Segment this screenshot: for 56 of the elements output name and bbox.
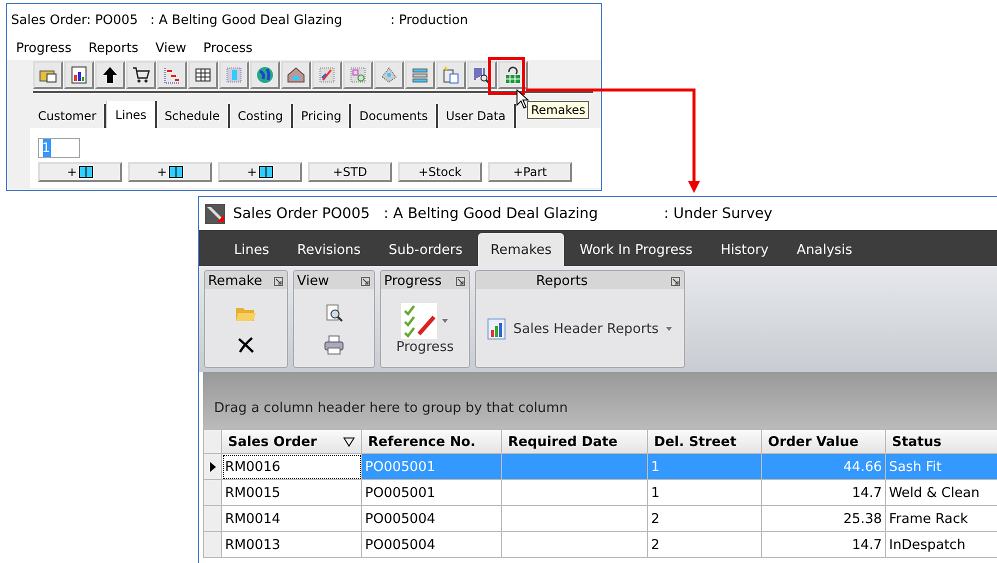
table-cell: 1 xyxy=(648,454,762,480)
group-label: Progress xyxy=(384,273,442,289)
add-button[interactable]: +Stock xyxy=(398,162,482,182)
table-cell: PO005001 xyxy=(362,454,502,480)
order-status: : Under Survey xyxy=(664,206,772,222)
add-button[interactable]: +STD xyxy=(308,162,392,182)
table-cell: 44.66 xyxy=(762,454,886,480)
group-label: Reports xyxy=(536,273,588,289)
menu-item[interactable]: Reports xyxy=(88,40,138,56)
ribbon-tab[interactable]: Remakes xyxy=(478,233,564,266)
add-button[interactable]: + xyxy=(38,162,122,182)
column-header[interactable]: Required Date xyxy=(502,430,648,454)
table-cell: Weld & Clean xyxy=(886,480,997,506)
menu-item[interactable]: Progress xyxy=(16,40,72,56)
ribbon-tab[interactable]: Analysis xyxy=(784,235,864,265)
group-label: View xyxy=(297,273,330,289)
column-header[interactable]: Del. Street xyxy=(648,430,762,454)
menu-item[interactable]: Process xyxy=(203,40,253,56)
ribbon-tab[interactable]: Work In Progress xyxy=(568,235,705,265)
table-cell: Frame Rack xyxy=(886,506,997,532)
table-cell: PO005004 xyxy=(362,532,502,558)
table-cell: RM0015 xyxy=(222,480,362,506)
add-button[interactable]: + xyxy=(218,162,302,182)
group-label: Remake xyxy=(208,273,262,289)
table-cell: RM0014 xyxy=(222,506,362,532)
tooltip: Remakes xyxy=(527,101,590,119)
table-cell: InDespatch xyxy=(886,532,997,558)
table-cell: 14.7 xyxy=(762,480,886,506)
table-cell: PO005004 xyxy=(362,506,502,532)
table-cell: PO005001 xyxy=(362,480,502,506)
table-cell: 25.38 xyxy=(762,506,886,532)
table-cell: 2 xyxy=(648,532,762,558)
table-cell: Sash Fit xyxy=(886,454,997,480)
ribbon-tab[interactable]: Lines xyxy=(222,235,282,265)
reports-dropdown[interactable]: Sales Header Reports xyxy=(481,317,679,341)
add-button[interactable]: +Part xyxy=(488,162,572,182)
progress-button[interactable]: Progress xyxy=(396,303,454,355)
ribbon-tab[interactable]: Sub-orders xyxy=(376,235,474,265)
column-header[interactable]: Reference No. xyxy=(362,430,502,454)
table-cell: 2 xyxy=(648,506,762,532)
table-cell: 14.7 xyxy=(762,532,886,558)
tab[interactable]: Lines xyxy=(106,101,157,128)
menu-item[interactable]: View xyxy=(155,40,186,56)
add-button[interactable]: + xyxy=(128,162,212,182)
ribbon-tab[interactable]: History xyxy=(708,235,781,265)
column-header[interactable]: Status xyxy=(886,430,997,454)
column-header[interactable]: Order Value xyxy=(762,430,886,454)
window-title: Sales Order: PO005 : A Belting Good Deal Glazing xyxy=(11,12,342,28)
table-cell: RM0016 xyxy=(222,454,362,480)
group-by-hint: Drag a column header here to group by that column xyxy=(214,400,568,416)
table-cell: RM0013 xyxy=(222,532,362,558)
window-title: Sales Order PO005 : A Belting Good Deal Glazing xyxy=(233,206,598,222)
ribbon-tab[interactable]: Revisions xyxy=(285,235,373,265)
table-cell: 1 xyxy=(648,480,762,506)
order-status: : Production xyxy=(390,12,468,28)
column-header[interactable]: Sales Order xyxy=(222,430,362,454)
